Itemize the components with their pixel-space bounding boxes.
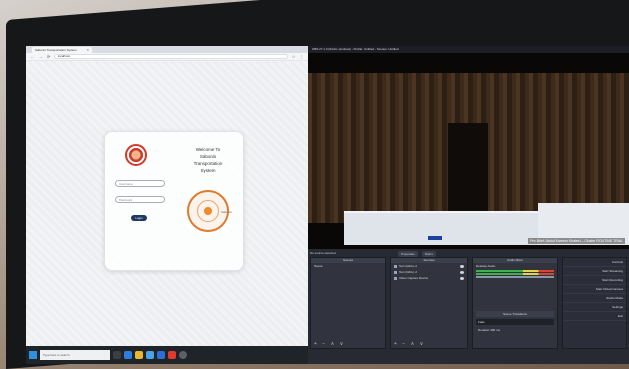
dial-center-icon (204, 207, 212, 215)
volume-slider[interactable] (476, 276, 554, 278)
file-explorer-icon[interactable] (135, 351, 143, 359)
browser-toolbar: ← → ⟳ localhost ☆ ⋮ (26, 53, 308, 61)
obs-docks: No source selected Properties Filters Sc… (308, 249, 629, 364)
transitions-header: Scene Transitions (476, 311, 554, 317)
welcome-line: System (200, 168, 216, 173)
exit-button[interactable]: Exit (563, 312, 626, 321)
eye-icon[interactable] (460, 264, 464, 268)
chrome-icon[interactable] (168, 351, 176, 359)
login-button[interactable]: Login (131, 215, 147, 221)
store-icon[interactable] (146, 351, 154, 359)
close-icon[interactable]: ✕ (86, 48, 89, 52)
no-source-note: No source selected (310, 251, 336, 255)
welcome-line: Sabonis (199, 154, 217, 159)
welcome-line: Transportation (193, 161, 223, 166)
start-virtual-camera-button[interactable]: Start Virtual Camera (563, 285, 626, 294)
volume-meter (476, 273, 554, 275)
mixer-channel-label: Desktop Audio (476, 264, 496, 268)
settings-button[interactable]: Settings (563, 303, 626, 312)
obs-title-bar: OBS 27.1.3 (64-bit, windows) - Profile: … (308, 46, 629, 53)
obs-preview[interactable]: Pre-Brief: Abdul Kareem Khaleel – Cluste… (308, 53, 629, 249)
mail-icon[interactable] (157, 351, 165, 359)
duration-label: Duration (478, 328, 490, 332)
taskbar: Type here to search (26, 346, 308, 364)
start-streaming-button[interactable]: Start Streaming (563, 267, 626, 276)
username-field[interactable]: Username (115, 180, 165, 187)
eye-icon[interactable] (460, 276, 464, 280)
scenes-controls[interactable]: + − ∧ ∨ (314, 341, 345, 347)
camera-source-icon (394, 276, 397, 280)
scenes-dock: Scenes Scene + − ∧ ∨ (310, 257, 386, 349)
text-source-icon (394, 270, 397, 274)
scene-transitions-dock: Scene Transitions Fade Duration 300 ms (476, 311, 554, 333)
scene-item[interactable]: Scene (311, 263, 385, 269)
controls-dock: Controls Start Streaming Start Recording… (562, 257, 627, 349)
sources-dock: Sources Text (GDI+) 2 Text (GDI+) 2 Vide… (390, 257, 468, 349)
obs-window: OBS 27.1.3 (64-bit, windows) - Profile: … (308, 46, 629, 364)
text-source-icon (394, 264, 397, 268)
edge-icon[interactable] (124, 351, 132, 359)
back-icon[interactable]: ← (30, 54, 35, 59)
duration-input[interactable]: 300 ms (490, 328, 500, 332)
source-item[interactable]: Video Capture Device (391, 275, 467, 281)
transition-select[interactable]: Fade (476, 319, 554, 325)
volume-meter (476, 270, 554, 272)
task-view-icon[interactable] (113, 351, 121, 359)
browser-tab-title: Sabonis Transportation System (35, 48, 77, 52)
start-recording-button[interactable]: Start Recording (563, 276, 626, 285)
browser-window: Sabonis Transportation System ✕ ← → ⟳ lo… (26, 46, 308, 346)
source-label: Video Capture Device (399, 276, 429, 280)
address-bar[interactable]: localhost (54, 54, 288, 59)
overlay-caption: Pre-Brief: Abdul Kareem Khaleel – Cluste… (528, 238, 625, 244)
forward-icon[interactable]: → (38, 54, 43, 59)
source-label: Text (GDI+) 2 (399, 270, 417, 274)
star-icon[interactable]: ☆ (291, 54, 296, 59)
studio-mode-button[interactable]: Studio Mode (563, 294, 626, 303)
menu-icon[interactable]: ⋮ (299, 54, 304, 59)
welcome-line: Welcome To (195, 147, 221, 152)
page-content: Username Password Login Welcome To Sabon… (26, 61, 308, 346)
monitor-screen: Sabonis Transportation System ✕ ← → ⟳ lo… (26, 46, 629, 364)
logo-icon (125, 144, 147, 166)
audio-mixer-dock: Audio Mixer Desktop Audio (472, 257, 558, 349)
browser-tab[interactable]: Sabonis Transportation System ✕ (32, 47, 92, 53)
welcome-text: Welcome To Sabonis Transportation System (181, 146, 235, 174)
microphone-base (428, 236, 442, 240)
dial-label: Sabonis (221, 210, 232, 214)
transport-dial-graphic: Sabonis (187, 190, 232, 232)
browser-tab-strip: Sabonis Transportation System ✕ (26, 46, 308, 53)
windows-start-icon[interactable] (29, 351, 37, 359)
reload-icon[interactable]: ⟳ (46, 54, 51, 59)
sources-controls[interactable]: + − ∧ ∨ (394, 341, 425, 347)
login-card: Username Password Login Welcome To Sabon… (104, 131, 244, 271)
dark-doorway (448, 123, 488, 213)
password-field[interactable]: Password (115, 196, 165, 203)
duration-row: Duration 300 ms (476, 327, 554, 333)
eye-icon[interactable] (460, 270, 464, 274)
source-label: Text (GDI+) 2 (399, 264, 417, 268)
obs-icon[interactable] (179, 351, 187, 359)
taskbar-search-box[interactable]: Type here to search (40, 350, 110, 360)
controls-header: Controls (563, 258, 626, 267)
